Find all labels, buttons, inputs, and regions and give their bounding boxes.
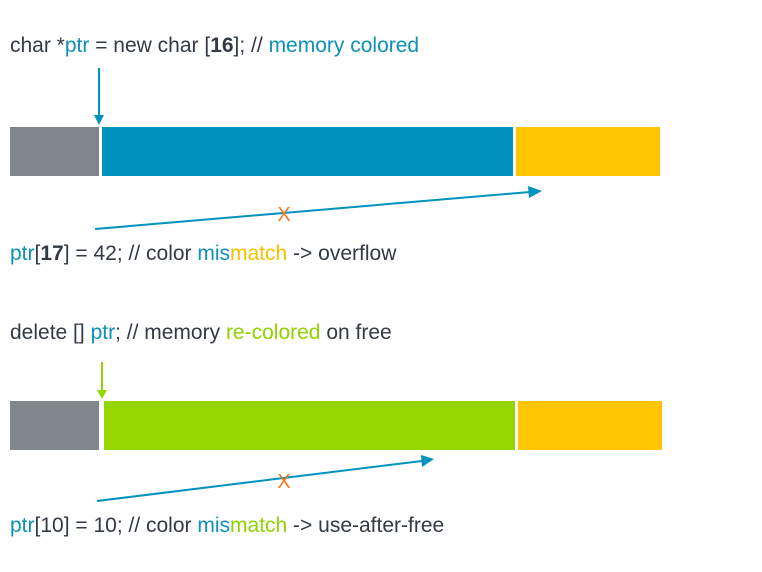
- blocked-x-icon: X: [277, 204, 290, 226]
- arrows-overlay: X X: [94, 68, 542, 502]
- blocked-x-icon: X: [277, 471, 290, 493]
- svg-text:X: X: [277, 204, 290, 226]
- overflow-access-arrow-icon: [94, 186, 542, 230]
- pointer-arrow-down-icon: [97, 362, 107, 399]
- use-after-free-access-arrow-icon: [96, 455, 434, 502]
- svg-text:X: X: [277, 471, 290, 493]
- pointer-arrow-down-icon: [94, 68, 104, 125]
